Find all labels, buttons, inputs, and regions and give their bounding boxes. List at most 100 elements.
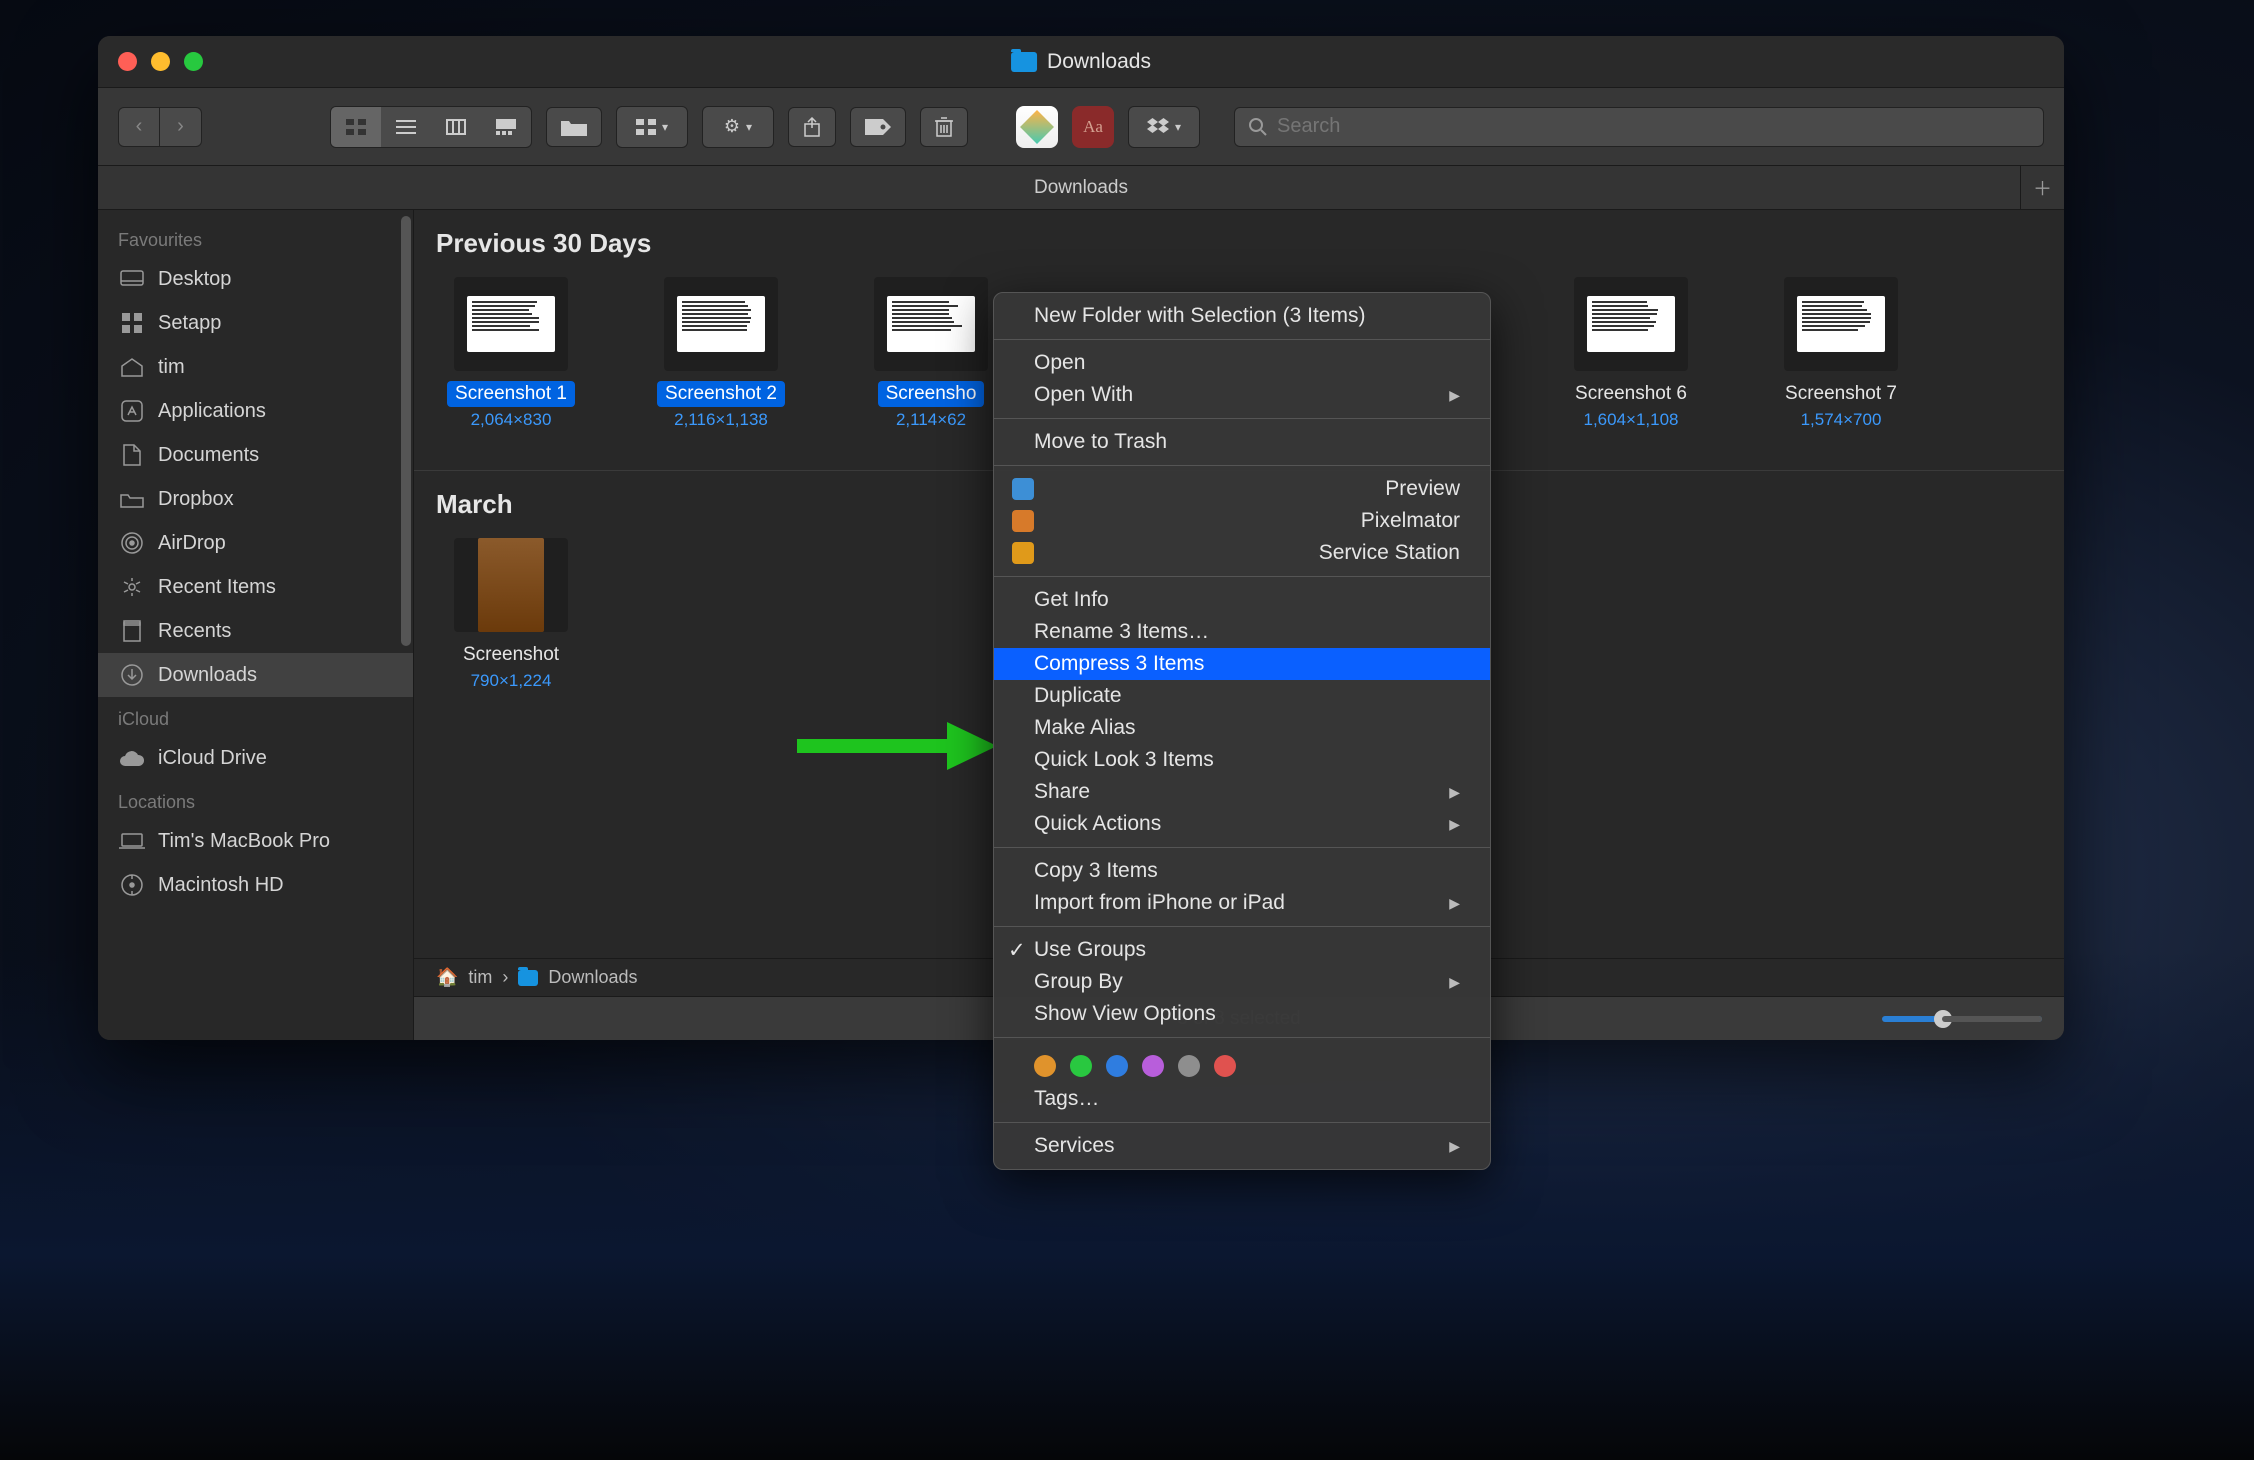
dropbox-button[interactable]: ▾ bbox=[1129, 107, 1199, 147]
menu-item-import-from-iphone-or-ipad[interactable]: Import from iPhone or iPad▶ bbox=[994, 887, 1490, 919]
path-segment[interactable]: tim bbox=[468, 967, 492, 988]
close-button[interactable] bbox=[118, 52, 137, 71]
sidebar-item-label: Documents bbox=[158, 444, 259, 467]
share-button[interactable] bbox=[788, 107, 836, 147]
file-label: Screensho bbox=[878, 381, 985, 407]
file-item[interactable]: Screenshot 71,574×700 bbox=[1766, 277, 1916, 430]
file-thumbnail bbox=[454, 277, 568, 371]
file-item[interactable]: Screenshot 61,604×1,108 bbox=[1556, 277, 1706, 430]
icloud-drive-icon bbox=[118, 744, 146, 772]
menu-item-open[interactable]: Open bbox=[994, 347, 1490, 379]
menu-item-tags[interactable]: Tags… bbox=[994, 1083, 1490, 1115]
search-input[interactable] bbox=[1277, 115, 2029, 138]
menu-item-group-by[interactable]: Group By▶ bbox=[994, 966, 1490, 998]
sidebar-scrollbar[interactable] bbox=[401, 216, 411, 646]
icon-view-button[interactable] bbox=[331, 107, 381, 147]
tag-color-dot[interactable] bbox=[1034, 1055, 1056, 1077]
menu-separator bbox=[994, 339, 1490, 340]
menu-item-label: New Folder with Selection (3 Items) bbox=[1034, 304, 1365, 328]
column-view-button[interactable] bbox=[431, 107, 481, 147]
file-dimensions: 1,574×700 bbox=[1801, 410, 1882, 430]
dropbox-icon bbox=[118, 485, 146, 513]
app-button-dictionary[interactable]: Aa bbox=[1072, 106, 1114, 148]
sidebar-item-tim-s-macbook-pro[interactable]: Tim's MacBook Pro bbox=[98, 819, 413, 863]
action-button[interactable]: ⚙ ▾ bbox=[703, 107, 773, 147]
new-folder-button[interactable] bbox=[546, 107, 602, 147]
sidebar-item-setapp[interactable]: Setapp bbox=[98, 301, 413, 345]
sidebar-item-documents[interactable]: Documents bbox=[98, 433, 413, 477]
arrange-button[interactable]: ▾ bbox=[617, 107, 687, 147]
app-button-servicestation[interactable] bbox=[1016, 106, 1058, 148]
folder-icon bbox=[1011, 52, 1037, 72]
menu-item-copy-3-items[interactable]: Copy 3 Items bbox=[994, 855, 1490, 887]
preview-icon bbox=[1012, 478, 1034, 500]
file-thumbnail bbox=[454, 538, 568, 632]
menu-item-move-to-trash[interactable]: Move to Trash bbox=[994, 426, 1490, 458]
new-tab-button[interactable]: ＋ bbox=[2020, 166, 2064, 209]
menu-separator bbox=[994, 1037, 1490, 1038]
file-item[interactable]: Screenshot 22,116×1,138 bbox=[646, 277, 796, 430]
menu-item-label: Copy 3 Items bbox=[1034, 859, 1158, 883]
tag-color-dot[interactable] bbox=[1070, 1055, 1092, 1077]
path-segment[interactable]: Downloads bbox=[548, 967, 637, 988]
menu-separator bbox=[994, 926, 1490, 927]
menu-item-compress-3-items[interactable]: Compress 3 Items bbox=[994, 648, 1490, 680]
tag-color-dot[interactable] bbox=[1106, 1055, 1128, 1077]
titlebar: Downloads bbox=[98, 36, 2064, 88]
menu-item-share[interactable]: Share▶ bbox=[994, 776, 1490, 808]
sidebar-item-label: Recent Items bbox=[158, 576, 276, 599]
sidebar[interactable]: FavouritesDesktopSetapptimApplicationsDo… bbox=[98, 210, 414, 1040]
arrange-group: ▾ bbox=[616, 106, 688, 148]
sidebar-item-downloads[interactable]: Downloads bbox=[98, 653, 413, 697]
applications-icon bbox=[118, 397, 146, 425]
trash-button[interactable] bbox=[920, 107, 968, 147]
menu-item-get-info[interactable]: Get Info bbox=[994, 584, 1490, 616]
menu-item-services[interactable]: Services▶ bbox=[994, 1130, 1490, 1162]
gallery-view-button[interactable] bbox=[481, 107, 531, 147]
file-label: Screenshot bbox=[455, 642, 567, 668]
tag-button[interactable] bbox=[850, 107, 906, 147]
forward-button[interactable]: › bbox=[160, 107, 202, 147]
tab-title[interactable]: Downloads bbox=[1034, 177, 1128, 199]
sidebar-item-applications[interactable]: Applications bbox=[98, 389, 413, 433]
menu-item-use-groups[interactable]: ✓Use Groups bbox=[994, 934, 1490, 966]
sidebar-item-dropbox[interactable]: Dropbox bbox=[98, 477, 413, 521]
maximize-button[interactable] bbox=[184, 52, 203, 71]
gear-icon: ⚙ bbox=[724, 116, 740, 137]
sidebar-item-icloud-drive[interactable]: iCloud Drive bbox=[98, 736, 413, 780]
sidebar-item-label: Dropbox bbox=[158, 488, 234, 511]
menu-item-new-folder-with-selection-3-items[interactable]: New Folder with Selection (3 Items) bbox=[994, 300, 1490, 332]
menu-item-open-with[interactable]: Open With▶ bbox=[994, 379, 1490, 411]
sidebar-item-airdrop[interactable]: AirDrop bbox=[98, 521, 413, 565]
menu-item-preview[interactable]: Preview bbox=[994, 473, 1490, 505]
menu-item-duplicate[interactable]: Duplicate bbox=[994, 680, 1490, 712]
sidebar-item-macintosh-hd[interactable]: Macintosh HD bbox=[98, 863, 413, 907]
menu-item-rename-3-items[interactable]: Rename 3 Items… bbox=[994, 616, 1490, 648]
sidebar-item-tim[interactable]: tim bbox=[98, 345, 413, 389]
back-button[interactable]: ‹ bbox=[118, 107, 160, 147]
menu-item-quick-look-3-items[interactable]: Quick Look 3 Items bbox=[994, 744, 1490, 776]
tag-color-dot[interactable] bbox=[1178, 1055, 1200, 1077]
menu-item-make-alias[interactable]: Make Alias bbox=[994, 712, 1490, 744]
recent-items-icon bbox=[118, 573, 146, 601]
sidebar-item-recent-items[interactable]: Recent Items bbox=[98, 565, 413, 609]
sidebar-item-recents[interactable]: Recents bbox=[98, 609, 413, 653]
tag-color-dot[interactable] bbox=[1142, 1055, 1164, 1077]
file-item[interactable]: Screenshot 12,064×830 bbox=[436, 277, 586, 430]
file-item[interactable]: Screensho2,114×62 bbox=[856, 277, 1006, 430]
menu-item-quick-actions[interactable]: Quick Actions▶ bbox=[994, 808, 1490, 840]
menu-item-show-view-options[interactable]: Show View Options bbox=[994, 998, 1490, 1030]
tag-color-dot[interactable] bbox=[1214, 1055, 1236, 1077]
sidebar-item-desktop[interactable]: Desktop bbox=[98, 257, 413, 301]
minimize-button[interactable] bbox=[151, 52, 170, 71]
zoom-thumb[interactable] bbox=[1934, 1010, 1952, 1028]
menu-item-pixelmator[interactable]: Pixelmator bbox=[994, 505, 1490, 537]
file-item[interactable]: Screenshot790×1,224 bbox=[436, 538, 586, 691]
sidebar-item-label: AirDrop bbox=[158, 532, 226, 555]
menu-item-service-station[interactable]: Service Station bbox=[994, 537, 1490, 569]
sidebar-item-label: Setapp bbox=[158, 312, 221, 335]
search-field[interactable] bbox=[1234, 107, 2044, 147]
home-icon[interactable]: 🏠 bbox=[436, 967, 458, 988]
zoom-slider[interactable] bbox=[1882, 1016, 2042, 1022]
list-view-button[interactable] bbox=[381, 107, 431, 147]
